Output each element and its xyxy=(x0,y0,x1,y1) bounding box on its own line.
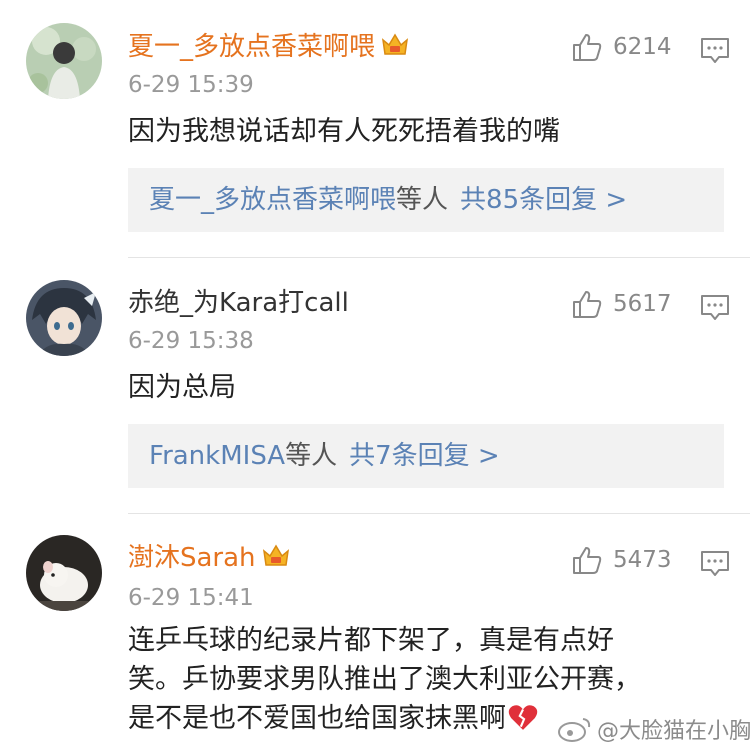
comment-time: 6-29 15:39 xyxy=(128,72,254,98)
avatar[interactable] xyxy=(26,280,102,356)
comment-text-line: 连乒乓球的纪录片都下架了，真是有点好 xyxy=(128,625,614,656)
username[interactable]: 澍沐Sarah xyxy=(128,543,290,573)
reply-summary[interactable]: 夏一_多放点香菜啊喂等人 共85条回复 > xyxy=(128,168,724,232)
reply-etc: 等人 xyxy=(396,185,449,215)
like-count: 6214 xyxy=(613,34,672,60)
like-count: 5617 xyxy=(613,291,672,317)
comment-text-line: 笑。乒协要求男队推出了澳大利亚公开赛， xyxy=(128,664,641,695)
reply-names[interactable]: FrankMISA xyxy=(149,441,285,471)
comment-icon[interactable] xyxy=(700,550,730,578)
avatar[interactable] xyxy=(26,535,102,611)
divider xyxy=(128,257,750,258)
reply-total-link[interactable]: 共7条回复 > xyxy=(349,441,500,471)
avatar[interactable] xyxy=(26,23,102,99)
comment-text: 因为我想说话却有人死死捂着我的嘴 xyxy=(128,116,560,147)
watermark-text: @大脸猫在小胸 xyxy=(597,719,750,744)
comment-time: 6-29 15:41 xyxy=(128,585,254,611)
reply-summary[interactable]: FrankMISA等人 共7条回复 > xyxy=(128,424,724,488)
reply-etc: 等人 xyxy=(285,441,338,471)
reply-total-link[interactable]: 共85条回复 > xyxy=(460,185,627,215)
username[interactable]: 夏一_多放点香菜啊喂 xyxy=(128,32,409,62)
comment-time: 6-29 15:38 xyxy=(128,328,254,354)
vip-crown-icon xyxy=(262,544,289,566)
thumbs-up-icon xyxy=(573,291,602,318)
like-count: 5473 xyxy=(613,547,672,573)
watermark: @大脸猫在小胸 xyxy=(557,713,750,745)
broken-heart-emoji-icon xyxy=(508,705,538,730)
vip-crown-icon xyxy=(381,33,409,55)
thumbs-up-icon xyxy=(573,34,602,61)
like-button[interactable]: 5617 xyxy=(571,288,672,320)
username[interactable]: 赤绝_为Kara打call xyxy=(128,288,349,318)
like-button[interactable]: 6214 xyxy=(571,31,672,63)
weibo-logo-icon xyxy=(558,718,591,742)
divider xyxy=(128,513,750,514)
reply-names[interactable]: 夏一_多放点香菜啊喂 xyxy=(149,185,396,215)
thumbs-up-icon xyxy=(573,547,602,574)
comment-text: 因为总局 xyxy=(128,372,236,403)
comment-icon[interactable] xyxy=(700,37,730,65)
like-button[interactable]: 5473 xyxy=(571,544,672,576)
comment-icon[interactable] xyxy=(700,294,730,322)
